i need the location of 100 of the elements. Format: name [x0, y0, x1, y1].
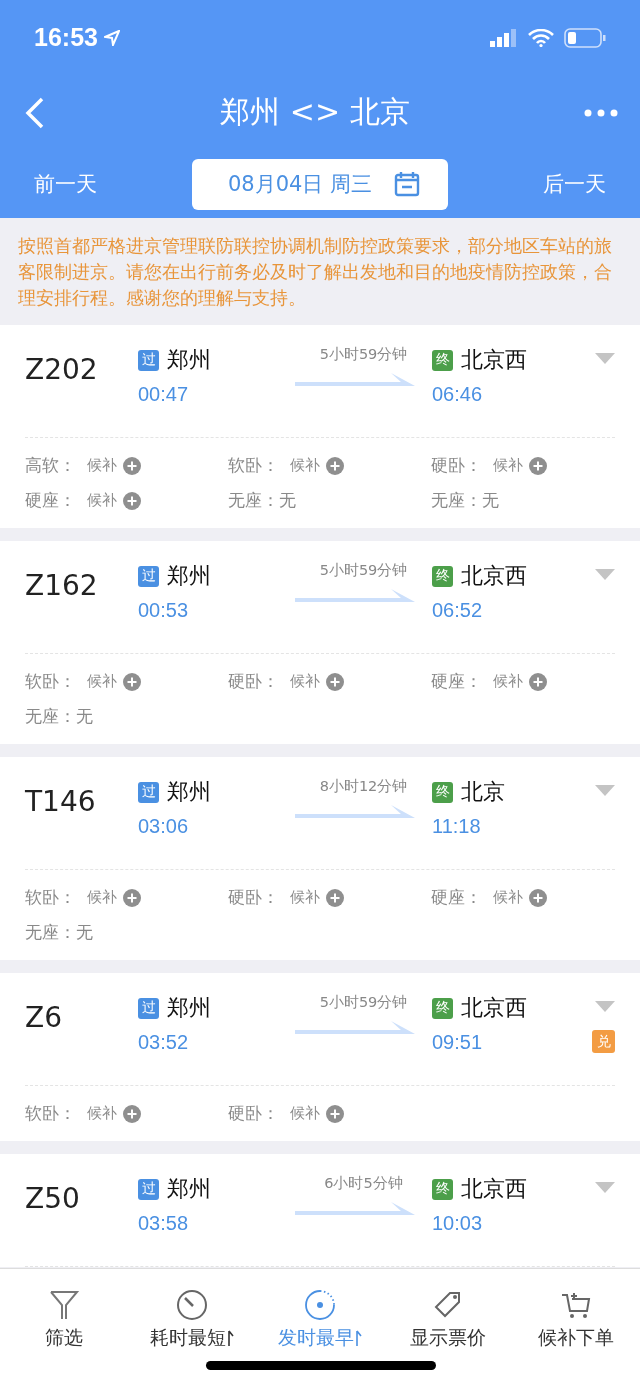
- add-icon[interactable]: [123, 672, 141, 691]
- seat-availability: 候补: [290, 456, 320, 475]
- seat-type: 硬卧：: [228, 1102, 279, 1125]
- add-icon[interactable]: [326, 672, 344, 691]
- add-icon[interactable]: [123, 491, 141, 510]
- seat-type: 软卧：: [228, 454, 279, 477]
- seat-availability: 候补: [87, 1104, 117, 1123]
- add-icon[interactable]: [123, 456, 141, 475]
- toolbar-tab[interactable]: 显示票价: [384, 1289, 512, 1351]
- wifi-icon: [528, 28, 554, 47]
- station-tag: 过: [138, 1178, 159, 1200]
- seat-type: 高软：: [25, 454, 76, 477]
- arrival-station: 北京西: [461, 346, 527, 374]
- status-time: 16:53: [34, 23, 98, 52]
- duration-text: 5小时59分钟: [318, 345, 409, 364]
- arrival-time: 09:51: [432, 1031, 484, 1054]
- duration-text: 8小时12分钟: [318, 777, 409, 796]
- train-number: Z202: [25, 353, 99, 387]
- train-number: T146: [25, 785, 97, 819]
- caret-icon[interactable]: [595, 1001, 615, 1012]
- station-tag: 终: [432, 565, 453, 587]
- arrow-icon: [295, 1020, 415, 1034]
- train-card[interactable]: Z6 过 郑州 03:52 5小时59分钟 终 北京西 09:51 兑 软卧： 候补 硬卧： 候补: [0, 973, 640, 1141]
- seat-availability: 候补: [87, 672, 117, 691]
- arrival-time: 06:52: [432, 599, 484, 622]
- seat-type: 无座：: [25, 705, 76, 728]
- seat-availability: 候补: [290, 1104, 320, 1123]
- add-icon[interactable]: [529, 888, 547, 907]
- seat-availability: 无: [76, 921, 93, 944]
- arrival-station: 北京: [461, 778, 505, 806]
- seat-availability: 候补: [290, 888, 320, 907]
- seat-availability: 候补: [87, 888, 117, 907]
- departure-station: 郑州: [167, 346, 211, 374]
- seat-availability: 候补: [493, 888, 523, 907]
- caret-icon[interactable]: [595, 353, 615, 364]
- duration-text: 5小时59分钟: [318, 993, 409, 1012]
- train-number: Z6: [25, 1001, 63, 1035]
- arrival-time: 06:46: [432, 383, 484, 406]
- notice-text: 按照首都严格进京管理联防联控协调机制防控政策要求，部分地区车站的旅客限制进京。请您在出行前务必及时了解出发地和目的地疫情防控政策，合理安排行程。感谢您的理解与支持。: [17, 235, 613, 310]
- back-icon[interactable]: [24, 96, 46, 129]
- sort-icon: [356, 1329, 362, 1347]
- battery-icon: [564, 27, 606, 48]
- arrow-icon: [295, 588, 415, 602]
- arrival-time: 11:18: [432, 815, 482, 838]
- arrow-icon: [295, 1201, 415, 1215]
- station-tag: 过: [138, 997, 159, 1019]
- arrival-station: 北京西: [461, 994, 527, 1022]
- arrival-station: 北京西: [461, 562, 527, 590]
- add-icon[interactable]: [529, 456, 547, 475]
- station-tag: 终: [432, 997, 453, 1019]
- seat-type: 软卧：: [25, 886, 76, 909]
- duration-text: 5小时59分钟: [318, 561, 409, 580]
- location-icon: [103, 29, 120, 46]
- station-tag: 终: [432, 781, 453, 803]
- seat-type: 硬卧：: [228, 886, 279, 909]
- exchange-badge: 兑: [592, 1030, 615, 1053]
- duration-text: 6小时5分钟: [323, 1174, 404, 1193]
- arrival-station: 北京西: [461, 1175, 527, 1203]
- add-icon[interactable]: [529, 672, 547, 691]
- seat-availability: 候补: [290, 672, 320, 691]
- departure-time: 00:47: [138, 383, 190, 406]
- departure-time: 03:58: [138, 1212, 190, 1235]
- page-title: 郑州 <> 北京: [220, 93, 410, 131]
- toolbar-tab[interactable]: 候补下单: [512, 1289, 640, 1351]
- clock-icon: [304, 1289, 336, 1321]
- train-number: Z50: [25, 1182, 81, 1216]
- seat-type: 硬座：: [431, 670, 482, 693]
- more-icon[interactable]: [584, 108, 618, 117]
- departure-station: 郑州: [167, 1175, 211, 1203]
- caret-icon[interactable]: [595, 785, 615, 796]
- add-icon[interactable]: [326, 1104, 344, 1123]
- add-icon[interactable]: [123, 1104, 141, 1123]
- seat-type: 硬卧：: [431, 454, 482, 477]
- departure-time: 03:52: [138, 1031, 190, 1054]
- add-icon[interactable]: [326, 888, 344, 907]
- departure-time: 00:53: [138, 599, 190, 622]
- caret-icon[interactable]: [595, 1182, 615, 1193]
- station-tag: 过: [138, 781, 159, 803]
- arrow-icon: [295, 372, 415, 386]
- seat-availability: 候补: [87, 491, 117, 510]
- add-icon[interactable]: [326, 456, 344, 475]
- filter-icon: [48, 1289, 80, 1321]
- departure-station: 郑州: [167, 994, 211, 1022]
- signal-icon: [490, 28, 518, 47]
- station-tag: 终: [432, 1178, 453, 1200]
- toolbar-tab[interactable]: 耗时最短: [128, 1289, 256, 1351]
- train-card[interactable]: Z202 过 郑州 00:47 5小时59分钟 终 北京西 06:46 高软： 候补 软卧： 候补 硬卧： 候补 硬座： 候补 无座：无 无座：无: [0, 325, 640, 528]
- train-card[interactable]: Z50 过 郑州 03:58 6小时5分钟 终 北京西 10:03: [0, 1154, 640, 1267]
- train-card[interactable]: T146 过 郑州 03:06 8小时12分钟 终 北京 11:18 软卧： 候补 硬卧： 候补 硬座： 候补 无座：无: [0, 757, 640, 960]
- seat-availability: 候补: [493, 456, 523, 475]
- arrow-icon: [295, 804, 415, 818]
- toolbar-tab[interactable]: 筛选: [0, 1289, 128, 1351]
- caret-icon[interactable]: [595, 569, 615, 580]
- seat-type: 硬座：: [431, 886, 482, 909]
- seat-type: 硬座：: [25, 489, 76, 512]
- seat-type: 软卧：: [25, 1102, 76, 1125]
- add-icon[interactable]: [123, 888, 141, 907]
- seat-type: 无座：: [228, 489, 279, 512]
- seat-type: 无座：: [431, 489, 482, 512]
- train-card[interactable]: Z162 过 郑州 00:53 5小时59分钟 终 北京西 06:52 软卧： 候补 硬卧： 候补 硬座： 候补 无座：无: [0, 541, 640, 744]
